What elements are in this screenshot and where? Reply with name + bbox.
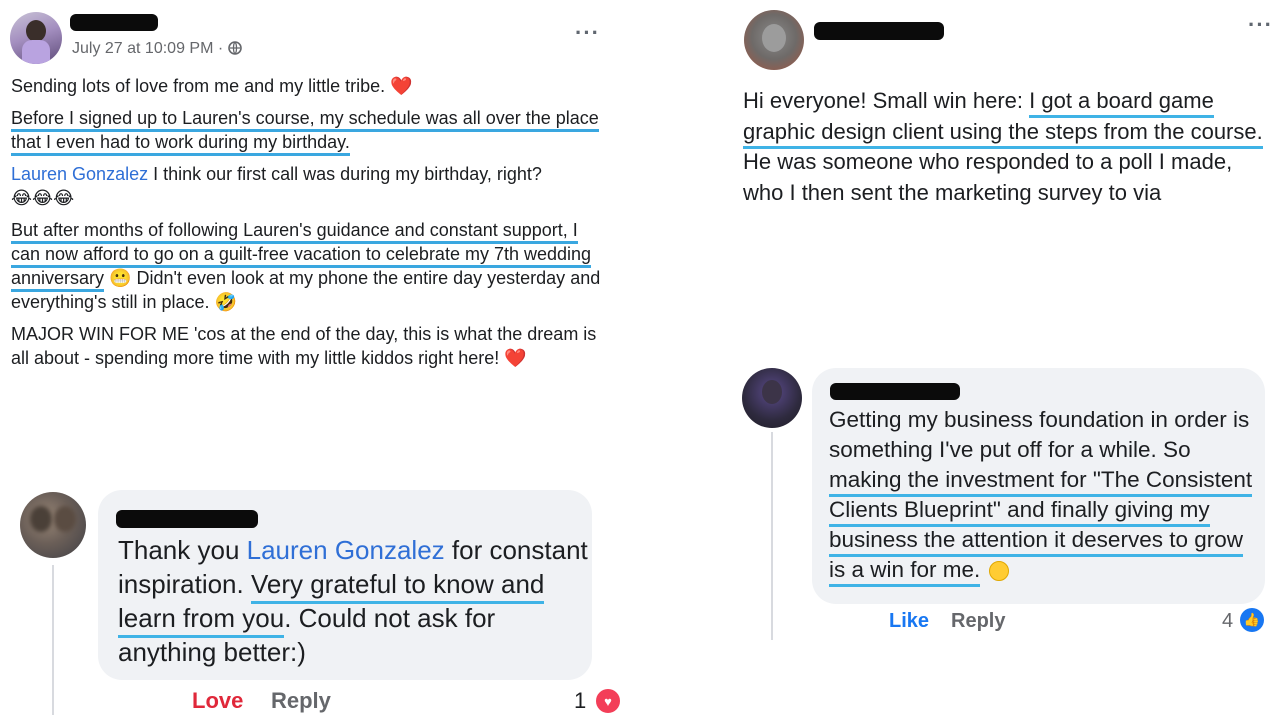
grimace-emoji-icon: 😬: [109, 268, 132, 288]
comment-text: Thank you Lauren Gonzalez for constant i…: [118, 535, 588, 667]
heart-emoji-icon: ❤️: [504, 348, 527, 368]
reply-action[interactable]: Reply: [271, 688, 331, 714]
separator-dot: ·: [217, 40, 228, 57]
avatar[interactable]: [20, 492, 86, 558]
heart-emoji-icon: ❤️: [390, 76, 413, 96]
redacted-author-name: [70, 14, 158, 31]
thread-line: [771, 432, 773, 640]
post-body: Hi everyone! Small win here: I got a boa…: [743, 88, 1263, 205]
post-paragraph-2: Before I signed up to Lauren's course, m…: [11, 106, 601, 156]
highlighted-text: Before I signed up to Lauren's course, m…: [11, 108, 599, 156]
redacted-commenter-name: [116, 510, 258, 528]
like-action[interactable]: Like: [889, 610, 929, 633]
post-paragraph-5: MAJOR WIN FOR ME 'cos at the end of the …: [11, 324, 597, 368]
mention-link[interactable]: Lauren Gonzalez: [11, 164, 148, 184]
post-meta: July 27 at 10:09 PM ·: [72, 40, 242, 58]
like-reaction-icon: 👍: [1240, 608, 1264, 632]
reaction-count: 1: [574, 688, 587, 713]
more-options-icon[interactable]: ···: [1248, 14, 1273, 36]
avatar[interactable]: [744, 10, 804, 70]
highlighted-text: making the investment for "The Consisten…: [829, 467, 1253, 587]
thread-line: [52, 565, 54, 715]
reply-action[interactable]: Reply: [951, 610, 1005, 633]
post-paragraph-3: Lauren Gonzalez I think our first call w…: [11, 164, 542, 208]
post-body: Sending lots of love from me and my litt…: [11, 74, 601, 378]
post-timestamp[interactable]: July 27 at 10:09 PM: [72, 40, 213, 57]
reaction-count: 4: [1222, 610, 1234, 632]
rofl-emoji-icon: 🤣: [214, 292, 237, 312]
redacted-commenter-name: [830, 383, 960, 400]
smiling-emoji-icon: [988, 561, 1009, 581]
mention-link[interactable]: Lauren Gonzalez: [247, 535, 445, 565]
post-paragraph-4: But after months of following Lauren's g…: [11, 220, 601, 312]
love-action[interactable]: Love: [192, 688, 243, 714]
more-options-icon[interactable]: ···: [575, 22, 600, 44]
love-reaction-icon: ♥: [594, 687, 622, 715]
post-line-1: Sending lots of love from me and my litt…: [11, 76, 413, 96]
avatar[interactable]: [10, 12, 62, 64]
comment-text: Getting my business foundation in order …: [829, 405, 1259, 587]
redacted-author-name: [814, 22, 944, 40]
globe-icon: [227, 41, 242, 55]
laughing-emoji-icon: 😂😂😂: [11, 188, 75, 208]
avatar[interactable]: [742, 368, 802, 428]
